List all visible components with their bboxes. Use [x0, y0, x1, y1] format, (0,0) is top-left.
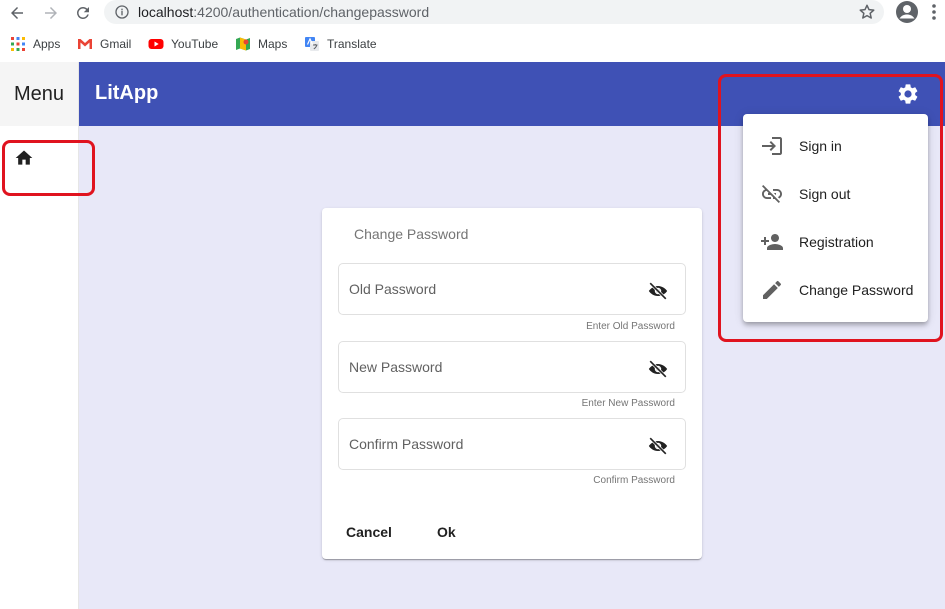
login-icon	[762, 137, 782, 155]
menu-item-label: Sign in	[799, 138, 842, 154]
back-button[interactable]	[6, 2, 28, 24]
confirm-password-hint: Confirm Password	[593, 475, 675, 486]
bookmark-label: Gmail	[100, 37, 132, 51]
menu-item-sign-in[interactable]: Sign in	[743, 122, 928, 170]
menu-item-label: Sign out	[799, 186, 851, 202]
eye-off-icon[interactable]	[647, 280, 669, 302]
confirm-password-placeholder: Confirm Password	[349, 436, 464, 452]
profile-avatar-icon[interactable]	[895, 0, 919, 24]
maps-icon	[236, 37, 250, 51]
arrow-right-icon	[45, 7, 57, 19]
card-title: Change Password	[354, 226, 469, 242]
bookmark-star-icon[interactable]	[858, 3, 876, 21]
pencil-icon	[763, 280, 782, 299]
new-password-placeholder: New Password	[349, 359, 443, 375]
cancel-button[interactable]: Cancel	[346, 524, 392, 540]
menu-item-change-password[interactable]: Change Password	[743, 266, 928, 314]
reload-icon	[76, 6, 89, 19]
apps-grid-icon	[11, 37, 25, 51]
gear-icon[interactable]	[896, 82, 920, 106]
change-password-card: Change Password Old Password Enter Old P…	[322, 208, 702, 559]
bookmarks-bar: Apps Gmail YouTube Maps Translate	[0, 26, 945, 62]
bookmark-apps[interactable]: Apps	[10, 35, 60, 53]
browser-menu-icon[interactable]	[930, 3, 938, 21]
url-text: localhost:4200/authentication/changepass…	[138, 4, 429, 20]
gmail-icon	[78, 39, 92, 49]
forward-button[interactable]	[40, 2, 62, 24]
sidebar-title: Menu	[0, 62, 78, 126]
menu-item-sign-out[interactable]: Sign out	[743, 170, 928, 218]
old-password-hint: Enter Old Password	[586, 321, 675, 332]
bookmark-label: Apps	[33, 37, 61, 51]
url-path: :4200/authentication/changepassword	[193, 4, 430, 20]
menu-item-label: Change Password	[799, 282, 914, 298]
home-icon[interactable]	[14, 148, 34, 168]
reload-button[interactable]	[72, 2, 94, 24]
bookmark-youtube[interactable]: YouTube	[148, 35, 218, 53]
confirm-password-field[interactable]: Confirm Password	[338, 418, 686, 470]
old-password-field[interactable]: Old Password	[338, 263, 686, 315]
translate-icon	[305, 37, 319, 51]
arrow-left-icon	[11, 7, 23, 19]
link-off-icon	[762, 185, 782, 203]
new-password-field[interactable]: New Password	[338, 341, 686, 393]
person-add-icon	[761, 234, 783, 250]
bookmark-gmail[interactable]: Gmail	[77, 35, 131, 53]
url-host: localhost	[138, 4, 194, 20]
new-password-hint: Enter New Password	[581, 398, 675, 409]
eye-off-icon[interactable]	[647, 435, 669, 457]
settings-menu: Sign in Sign out Registration Change Pas…	[743, 114, 928, 322]
sidebar: Menu	[0, 62, 79, 609]
address-bar[interactable]: localhost:4200/authentication/changepass…	[104, 0, 884, 24]
app-title: LitApp	[95, 82, 159, 104]
browser-toolbar: localhost:4200/authentication/changepass…	[0, 0, 945, 26]
old-password-placeholder: Old Password	[349, 281, 437, 297]
menu-item-registration[interactable]: Registration	[743, 218, 928, 266]
ok-button[interactable]: Ok	[437, 524, 456, 540]
eye-off-icon[interactable]	[647, 358, 669, 380]
bookmark-maps[interactable]: Maps	[235, 35, 287, 53]
bookmark-label: Maps	[258, 37, 288, 51]
menu-item-label: Registration	[799, 234, 874, 250]
bookmark-label: YouTube	[171, 37, 219, 51]
info-icon	[115, 5, 129, 19]
bookmark-label: Translate	[327, 37, 377, 51]
bookmark-translate[interactable]: Translate	[304, 35, 377, 53]
youtube-icon	[148, 39, 164, 49]
